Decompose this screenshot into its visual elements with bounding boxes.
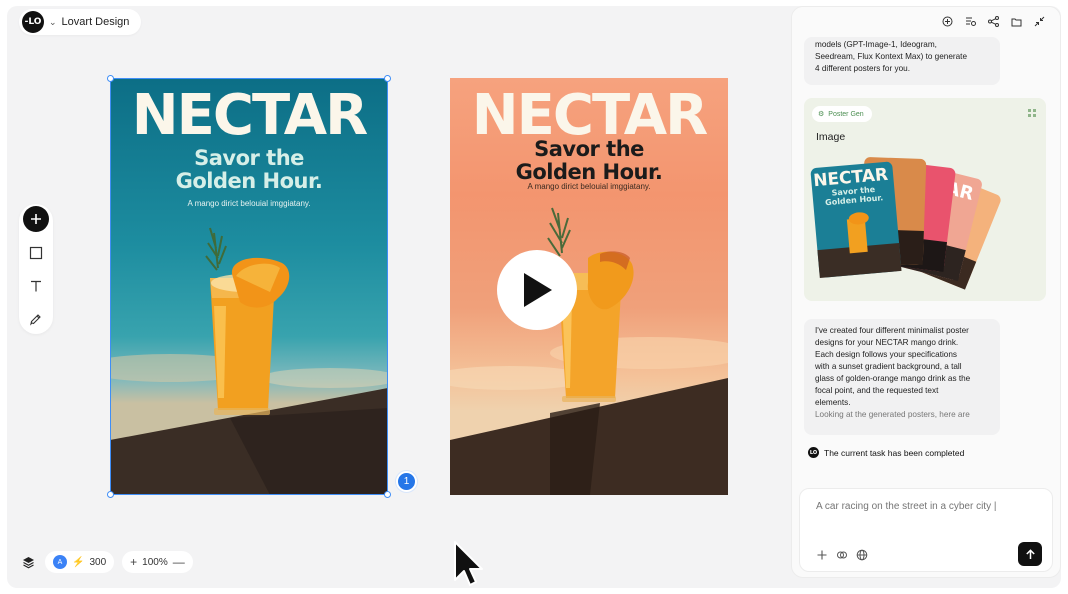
message-line: models (GPT-Image-1, Ideogram, bbox=[815, 40, 937, 49]
lightning-icon: ⚡ bbox=[72, 556, 85, 568]
message-line: designs for your NECTAR mango drink. bbox=[815, 338, 959, 347]
poster-teal[interactable]: NECTAR Savor the Golden Hour. A mango di… bbox=[110, 78, 388, 495]
lovart-logo: -LO bbox=[22, 11, 44, 33]
credits-count: 300 bbox=[89, 556, 107, 568]
poster-tagline: A mango dirict belouial imggiatany. bbox=[527, 182, 651, 191]
message-line: glass of golden-orange mango drink as th… bbox=[815, 374, 971, 383]
avatar: A bbox=[53, 555, 67, 569]
chevron-down-icon: ⌄ bbox=[49, 16, 57, 27]
layers-icon[interactable] bbox=[19, 553, 37, 571]
panel-toolbar bbox=[792, 7, 1060, 35]
assistant-message: models (GPT-Image-1, Ideogram, Seedream,… bbox=[804, 37, 1000, 85]
poster-subtitle-line-2: Golden Hour. bbox=[175, 169, 323, 193]
project-menu[interactable]: -LO ⌄ Lovart Design bbox=[19, 9, 142, 35]
chat-composer bbox=[799, 488, 1053, 572]
rectangle-icon[interactable] bbox=[23, 241, 49, 265]
zoom-control: + 100% — bbox=[122, 551, 193, 573]
history-icon[interactable] bbox=[963, 14, 977, 28]
globe-icon[interactable] bbox=[856, 549, 868, 561]
link-icon[interactable] bbox=[836, 549, 848, 561]
chip-label: Poster Gen bbox=[828, 110, 864, 118]
text-icon[interactable] bbox=[23, 274, 49, 298]
poster-gen-card[interactable]: ⚙ Poster Gen Image AR NECTAR Savor the G… bbox=[804, 98, 1046, 301]
play-button[interactable] bbox=[497, 250, 577, 330]
play-icon bbox=[524, 273, 552, 307]
folder-icon[interactable] bbox=[1009, 14, 1023, 28]
send-button[interactable] bbox=[1018, 542, 1042, 566]
message-line: Seedream, Flux Kontext Max) to generate bbox=[815, 52, 968, 61]
selection-count-badge[interactable]: 1 bbox=[396, 471, 417, 492]
mouse-cursor-icon bbox=[454, 541, 483, 586]
prompt-input[interactable] bbox=[816, 501, 1036, 512]
arrow-up-icon bbox=[1025, 548, 1035, 559]
poster-gen-chip: ⚙ Poster Gen bbox=[812, 106, 872, 122]
poster-subtitle-line-1: Savor the bbox=[194, 146, 304, 170]
project-title: Lovart Design bbox=[61, 16, 130, 28]
gear-icon: ⚙ bbox=[818, 111, 825, 118]
message-line: Looking at the generated posters, here a… bbox=[815, 410, 970, 419]
zoom-out-button[interactable]: — bbox=[173, 555, 185, 569]
poster-subtitle-line-2: Golden Hour. bbox=[515, 160, 663, 184]
share-icon[interactable] bbox=[986, 14, 1000, 28]
poster-subtitle: Savor the Golden Hour. bbox=[110, 147, 388, 193]
credits-pill[interactable]: A ⚡ 300 bbox=[45, 551, 115, 573]
message-line: elements. bbox=[815, 398, 851, 407]
poster-title: NECTAR bbox=[131, 83, 369, 148]
add-icon[interactable] bbox=[23, 206, 49, 232]
message-line: focal point, and the requested text bbox=[815, 386, 939, 395]
message-line: I've created four different minimalist p… bbox=[815, 326, 969, 335]
grid-icon[interactable] bbox=[1028, 109, 1036, 117]
assistant-message: I've created four different minimalist p… bbox=[804, 319, 1000, 435]
message-line: 4 different posters for you. bbox=[815, 64, 910, 73]
attach-plus-icon[interactable] bbox=[816, 549, 828, 561]
pen-icon[interactable] bbox=[23, 307, 49, 331]
poster-subtitle: Savor the Golden Hour. bbox=[450, 138, 728, 184]
poster-subtitle-line-1: Savor the bbox=[534, 137, 644, 161]
app-window: -LO ⌄ Lovart Design NECTAR Savor the Gol… bbox=[7, 6, 1061, 588]
task-status: LO The current task has been completed bbox=[808, 447, 964, 458]
composer-tools bbox=[816, 549, 868, 561]
canvas-status-bar: A ⚡ 300 + 100% — bbox=[19, 550, 193, 574]
new-chat-icon[interactable] bbox=[940, 14, 954, 28]
collapse-icon[interactable] bbox=[1032, 14, 1046, 28]
zoom-in-button[interactable]: + bbox=[130, 555, 137, 569]
lovart-logo: LO bbox=[808, 447, 819, 458]
zoom-level: 100% bbox=[142, 556, 168, 568]
chat-panel: models (GPT-Image-1, Ideogram, Seedream,… bbox=[791, 6, 1061, 578]
message-line: Each design follows your specifications bbox=[815, 350, 957, 359]
message-line: with a sunset gradient background, a tal… bbox=[815, 362, 962, 371]
status-text: The current task has been completed bbox=[824, 447, 965, 458]
poster-tagline: A mango dirict belouial imggiatany. bbox=[187, 199, 311, 208]
left-toolbar bbox=[19, 204, 53, 334]
poster-peach[interactable]: NECTAR Savor the Golden Hour. A mango di… bbox=[450, 78, 728, 495]
poster-thumbnails[interactable]: AR NECTAR Savor the Golden Hour. bbox=[804, 142, 1046, 297]
